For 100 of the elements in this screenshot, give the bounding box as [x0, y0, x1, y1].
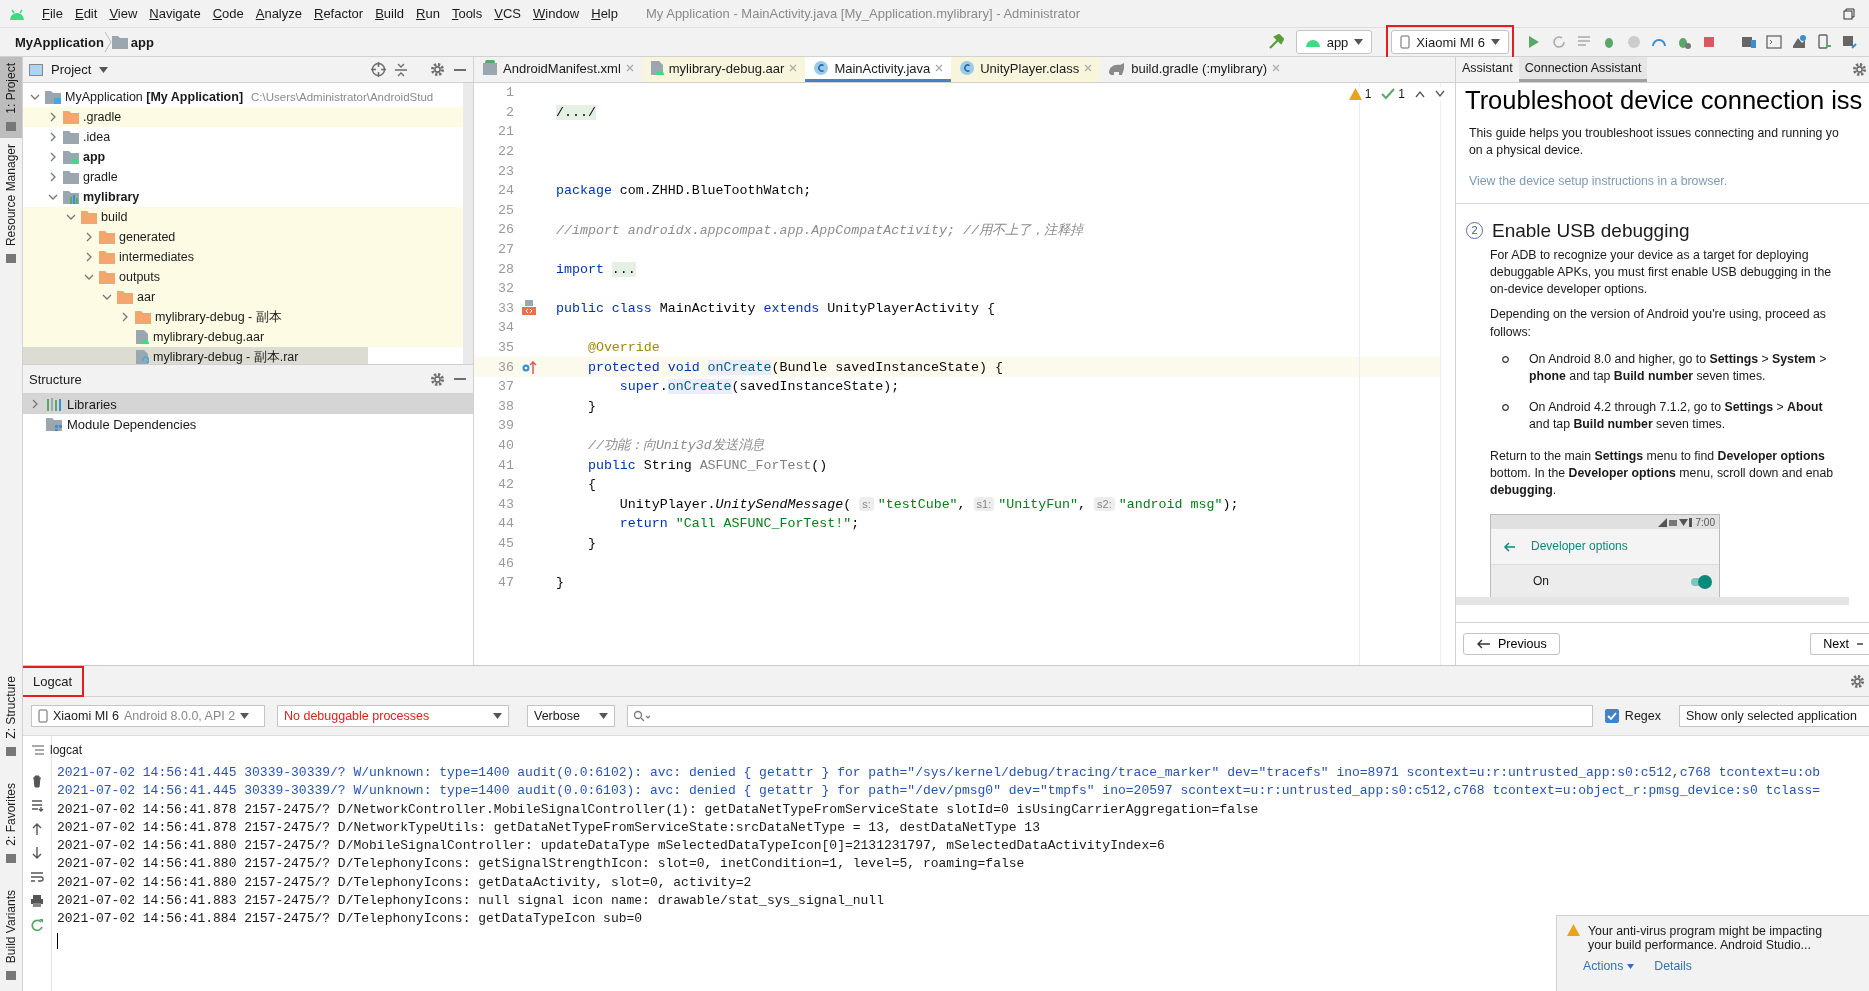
hammer-icon[interactable]: [1267, 34, 1284, 50]
avd-icon[interactable]: [1816, 34, 1832, 50]
checkbox[interactable]: [1604, 709, 1619, 723]
stop-icon[interactable]: [1701, 34, 1717, 50]
line-number: 32: [497, 281, 514, 297]
menu-item[interactable]: Help: [585, 6, 624, 21]
menu-item[interactable]: Edit: [68, 6, 104, 21]
editor-tab[interactable]: mylibrary-debug.aar: [641, 57, 806, 82]
elephant-icon: [1108, 61, 1127, 75]
tree-item[interactable]: MyApplication [My Application] C:\Users\Administrator\AndroidStud: [23, 87, 463, 107]
editor-tab[interactable]: AndroidManifest.xml: [474, 57, 642, 82]
tree-item[interactable]: build: [23, 207, 463, 227]
soft-wrap-icon[interactable]: [30, 870, 44, 884]
tool-window-button[interactable]: Z: Structure: [0, 670, 22, 764]
warning-count[interactable]: 1: [1348, 87, 1372, 101]
menu-item[interactable]: Build: [369, 6, 411, 21]
menu-item[interactable]: Tools: [445, 6, 489, 21]
restore-window-icon[interactable]: [1843, 7, 1855, 20]
link[interactable]: Actions: [1583, 959, 1635, 973]
menu-item[interactable]: Window: [527, 6, 586, 21]
line-number: 41: [497, 457, 514, 473]
menu-item[interactable]: Code: [206, 6, 250, 21]
link[interactable]: Details: [1654, 959, 1692, 973]
tree-item[interactable]: Libraries: [23, 394, 473, 414]
line-number: 37: [497, 379, 514, 395]
window-title: My Application - MainActivity.java [My_Application.mylibrary] - Administrator: [646, 6, 1080, 21]
editor-tab[interactable]: UnityPlayer.class: [951, 57, 1101, 82]
device-dropdown[interactable]: Xiaomi MI 6: [1391, 30, 1509, 54]
breadcrumb-item[interactable]: MyApplication: [15, 34, 104, 50]
editor-tab[interactable]: MainActivity.java: [805, 57, 952, 82]
run-configuration-dropdown[interactable]: app: [1295, 30, 1373, 54]
paragraph: This guide helps you troubleshoot issues connecting and running yo on a physical device.: [1469, 125, 1840, 160]
paragraph: Depending on the version of Android you're using, proceed as follows:: [1490, 306, 1827, 341]
tool-window-button[interactable]: Build Variants: [0, 883, 22, 987]
settings-icon[interactable]: [1852, 62, 1867, 77]
terminal-icon[interactable]: [1766, 34, 1782, 50]
typo-count[interactable]: 1: [1381, 87, 1405, 101]
log-line: 2021-07-02 14:56:41.880 2157-2475/? D/TelephonyIcons: getDataActivity, slot=0, activity=2: [56, 873, 753, 892]
menu-item[interactable]: VCS: [488, 6, 527, 21]
caret-icon: [1354, 39, 1364, 45]
tree-item[interactable]: generated: [23, 227, 463, 247]
down-arrow-icon[interactable]: [30, 846, 44, 860]
device-dropdown[interactable]: Xiaomi MI 6 Android 8.0.0, API 2: [31, 705, 265, 727]
process-dropdown[interactable]: No debuggable processes: [277, 705, 509, 727]
tree-item[interactable]: intermediates: [23, 247, 463, 267]
line-number: 2: [505, 104, 514, 120]
menu-item[interactable]: Analyze: [249, 6, 308, 21]
print-icon[interactable]: [30, 894, 44, 908]
menu-item[interactable]: Navigate: [143, 6, 207, 21]
tree-item[interactable]: mylibrary-debug.aar: [23, 327, 463, 347]
tree-item[interactable]: mylibrary-debug - 副本.rar: [23, 347, 369, 364]
search-field[interactable]: [627, 705, 1593, 727]
next-button[interactable]: Next: [1810, 633, 1869, 655]
device-manager-icon[interactable]: [1741, 34, 1757, 50]
caret-icon: [493, 713, 502, 719]
bullet-icon: [1502, 355, 1509, 363]
log-level-dropdown[interactable]: Verbose: [527, 705, 615, 727]
tree-item[interactable]: gradle: [23, 167, 463, 187]
panel-tab[interactable]: Connection Assistant: [1518, 57, 1648, 82]
editor-tab[interactable]: build.gradle (:mylibrary): [1100, 57, 1289, 82]
line-number: 44: [497, 516, 514, 532]
tool-window-button[interactable]: 1: Project: [0, 57, 22, 138]
caret-icon: [1491, 39, 1500, 45]
tool-window-button[interactable]: 2: Favorites: [0, 777, 22, 870]
collapse-all-icon[interactable]: [394, 62, 408, 77]
previous-button[interactable]: Previous: [1463, 633, 1560, 655]
up-arrow-icon[interactable]: [30, 822, 44, 836]
settings-icon[interactable]: [430, 62, 445, 77]
next-highlight-icon[interactable]: [1435, 90, 1445, 98]
menu-item[interactable]: File: [36, 6, 69, 21]
tree-item[interactable]: outputs: [23, 267, 463, 287]
previous-highlight-icon[interactable]: [1415, 90, 1425, 98]
tree-item[interactable]: mylibrary: [23, 187, 463, 207]
settings-icon[interactable]: [430, 371, 445, 387]
tree-item[interactable]: .gradle: [23, 107, 463, 127]
menu-item[interactable]: Refactor: [308, 6, 370, 21]
line-number: 34: [497, 320, 514, 336]
menu-item[interactable]: View: [103, 6, 144, 21]
menu-item[interactable]: Run: [410, 6, 446, 21]
breadcrumb-item[interactable]: app: [130, 34, 154, 50]
filter-dropdown[interactable]: Show only selected application: [1679, 705, 1869, 727]
restart-icon[interactable]: [30, 918, 44, 932]
clear-log-icon[interactable]: [30, 774, 44, 788]
locate-icon[interactable]: [371, 62, 386, 77]
project-view-dropdown[interactable]: Project: [29, 62, 109, 77]
scroll-to-end-icon[interactable]: [30, 798, 44, 812]
tree-item[interactable]: app: [23, 147, 463, 167]
close-icon[interactable]: [935, 64, 944, 72]
tree-item[interactable]: mylibrary-debug - 副本: [23, 307, 463, 327]
tree-item[interactable]: .idea: [23, 127, 463, 147]
tool-window-button[interactable]: Resource Manager: [0, 137, 22, 270]
tree-item[interactable]: aar: [23, 287, 463, 307]
settings-icon[interactable]: [1850, 673, 1865, 689]
panel-title: Structure: [29, 371, 82, 387]
status-time: 7:00: [1695, 515, 1715, 530]
tree-item[interactable]: Module Dependencies: [23, 414, 473, 434]
paragraph: On Android 4.2 through 7.1.2, go to Settings > About and tap Build number seven times.: [1529, 399, 1823, 434]
horizontal-scrollbar[interactable]: [1456, 597, 1849, 606]
module-icon: [46, 417, 62, 431]
panel-tab[interactable]: Assistant: [1456, 57, 1519, 82]
